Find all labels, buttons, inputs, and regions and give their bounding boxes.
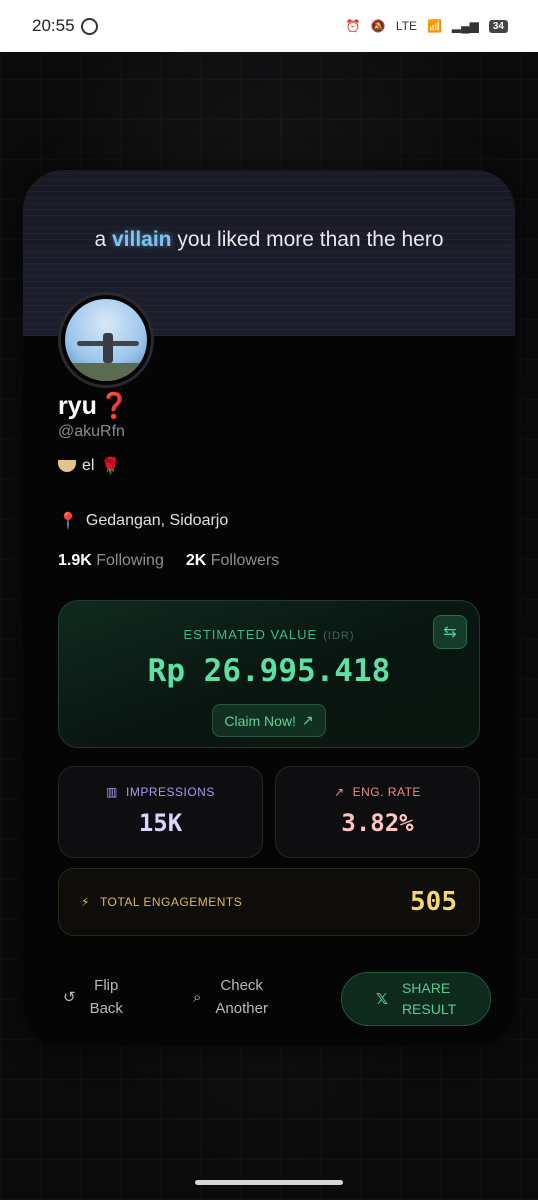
banner-tagline: a villain you liked more than the hero — [94, 228, 444, 251]
swap-currency-button[interactable]: ⇆ — [433, 615, 467, 649]
search-icon: ⌕ — [193, 988, 202, 1006]
location-pin-icon: 📍 — [58, 513, 78, 530]
total-engagements-box: ⚡ TOTAL ENGAGEMENTS 505 — [58, 868, 480, 936]
wifi-icon: 📶 — [426, 19, 442, 33]
external-link-icon: ↗ — [301, 712, 314, 728]
total-engagements-label: TOTAL ENGAGEMENTS — [99, 895, 243, 909]
lightning-icon: ⚡ — [81, 895, 90, 909]
total-engagements-value: 505 — [410, 887, 457, 917]
estimated-value-label: ESTIMATED VALUE (IDR) — [183, 627, 355, 642]
avatar — [58, 292, 154, 388]
followers-stat[interactable]: 2K Followers — [186, 552, 279, 570]
profile-bio: el 🌹 — [58, 456, 120, 476]
engagement-rate-box: ↗ ENG. RATE 3.82% — [275, 766, 480, 858]
profile-card: a villain you liked more than the hero r… — [23, 170, 515, 1046]
action-bar: ↺ Flip Back ⌕ Check Another 𝕏 SHARE RESU… — [23, 970, 515, 1030]
following-stat[interactable]: 1.9K Following — [58, 552, 164, 570]
impressions-box: ▥ IMPRESSIONS 15K — [58, 766, 263, 858]
avatar-image — [65, 299, 147, 381]
check-another-button[interactable]: ⌕ Check Another — [193, 974, 268, 1020]
status-time: 20:55 — [32, 16, 75, 35]
claim-now-button[interactable]: Claim Now! ↗ — [212, 704, 326, 737]
engagement-rate-label: ENG. RATE — [352, 785, 421, 799]
mute-icon: 🔕 — [370, 19, 386, 33]
profile-handle: @akuRfn — [58, 423, 125, 440]
signal-icon: ▂▄▆ — [451, 19, 479, 33]
share-result-button[interactable]: 𝕏 SHARE RESULT — [341, 972, 491, 1026]
impressions-label: IMPRESSIONS — [125, 785, 215, 799]
noodle-bowl-icon — [58, 460, 76, 472]
profile-name: ryu — [58, 392, 97, 420]
trending-up-icon: ↗ — [334, 785, 345, 799]
profile-name-row: ryu ❓ — [58, 392, 130, 421]
battery-icon: 34 — [488, 19, 508, 33]
swap-icon: ⇆ — [443, 624, 457, 641]
engagement-rate-value: 3.82% — [341, 809, 414, 837]
estimated-value-panel: ESTIMATED VALUE (IDR) ⇆ Rp 26.995.418 Cla… — [58, 600, 480, 748]
location-text: Gedangan, Sidoarjo — [85, 512, 229, 529]
whatsapp-icon — [80, 17, 98, 35]
rotate-icon: ↺ — [63, 988, 76, 1006]
volte-icon: LTE — [395, 19, 417, 33]
rose-icon: 🌹 — [100, 458, 121, 475]
question-mark-icon: ❓ — [98, 392, 131, 420]
impressions-value: 15K — [138, 809, 183, 837]
follow-stats: 1.9K Following 2K Followers — [58, 552, 279, 570]
flip-back-button[interactable]: ↺ Flip Back — [63, 974, 123, 1020]
banner-highlight: villain — [111, 228, 172, 251]
home-indicator[interactable] — [195, 1180, 343, 1185]
profile-location: 📍 Gedangan, Sidoarjo — [58, 511, 228, 531]
alarm-icon: ⏰ — [345, 19, 361, 33]
bio-text: el — [82, 457, 95, 474]
x-logo-icon: 𝕏 — [375, 990, 388, 1008]
bar-chart-icon: ▥ — [106, 785, 118, 799]
estimated-value: Rp 26.995.418 — [147, 653, 391, 689]
status-bar: 20:55 ⏰ 🔕 LTE 📶 ▂▄▆ 34 — [0, 0, 538, 52]
